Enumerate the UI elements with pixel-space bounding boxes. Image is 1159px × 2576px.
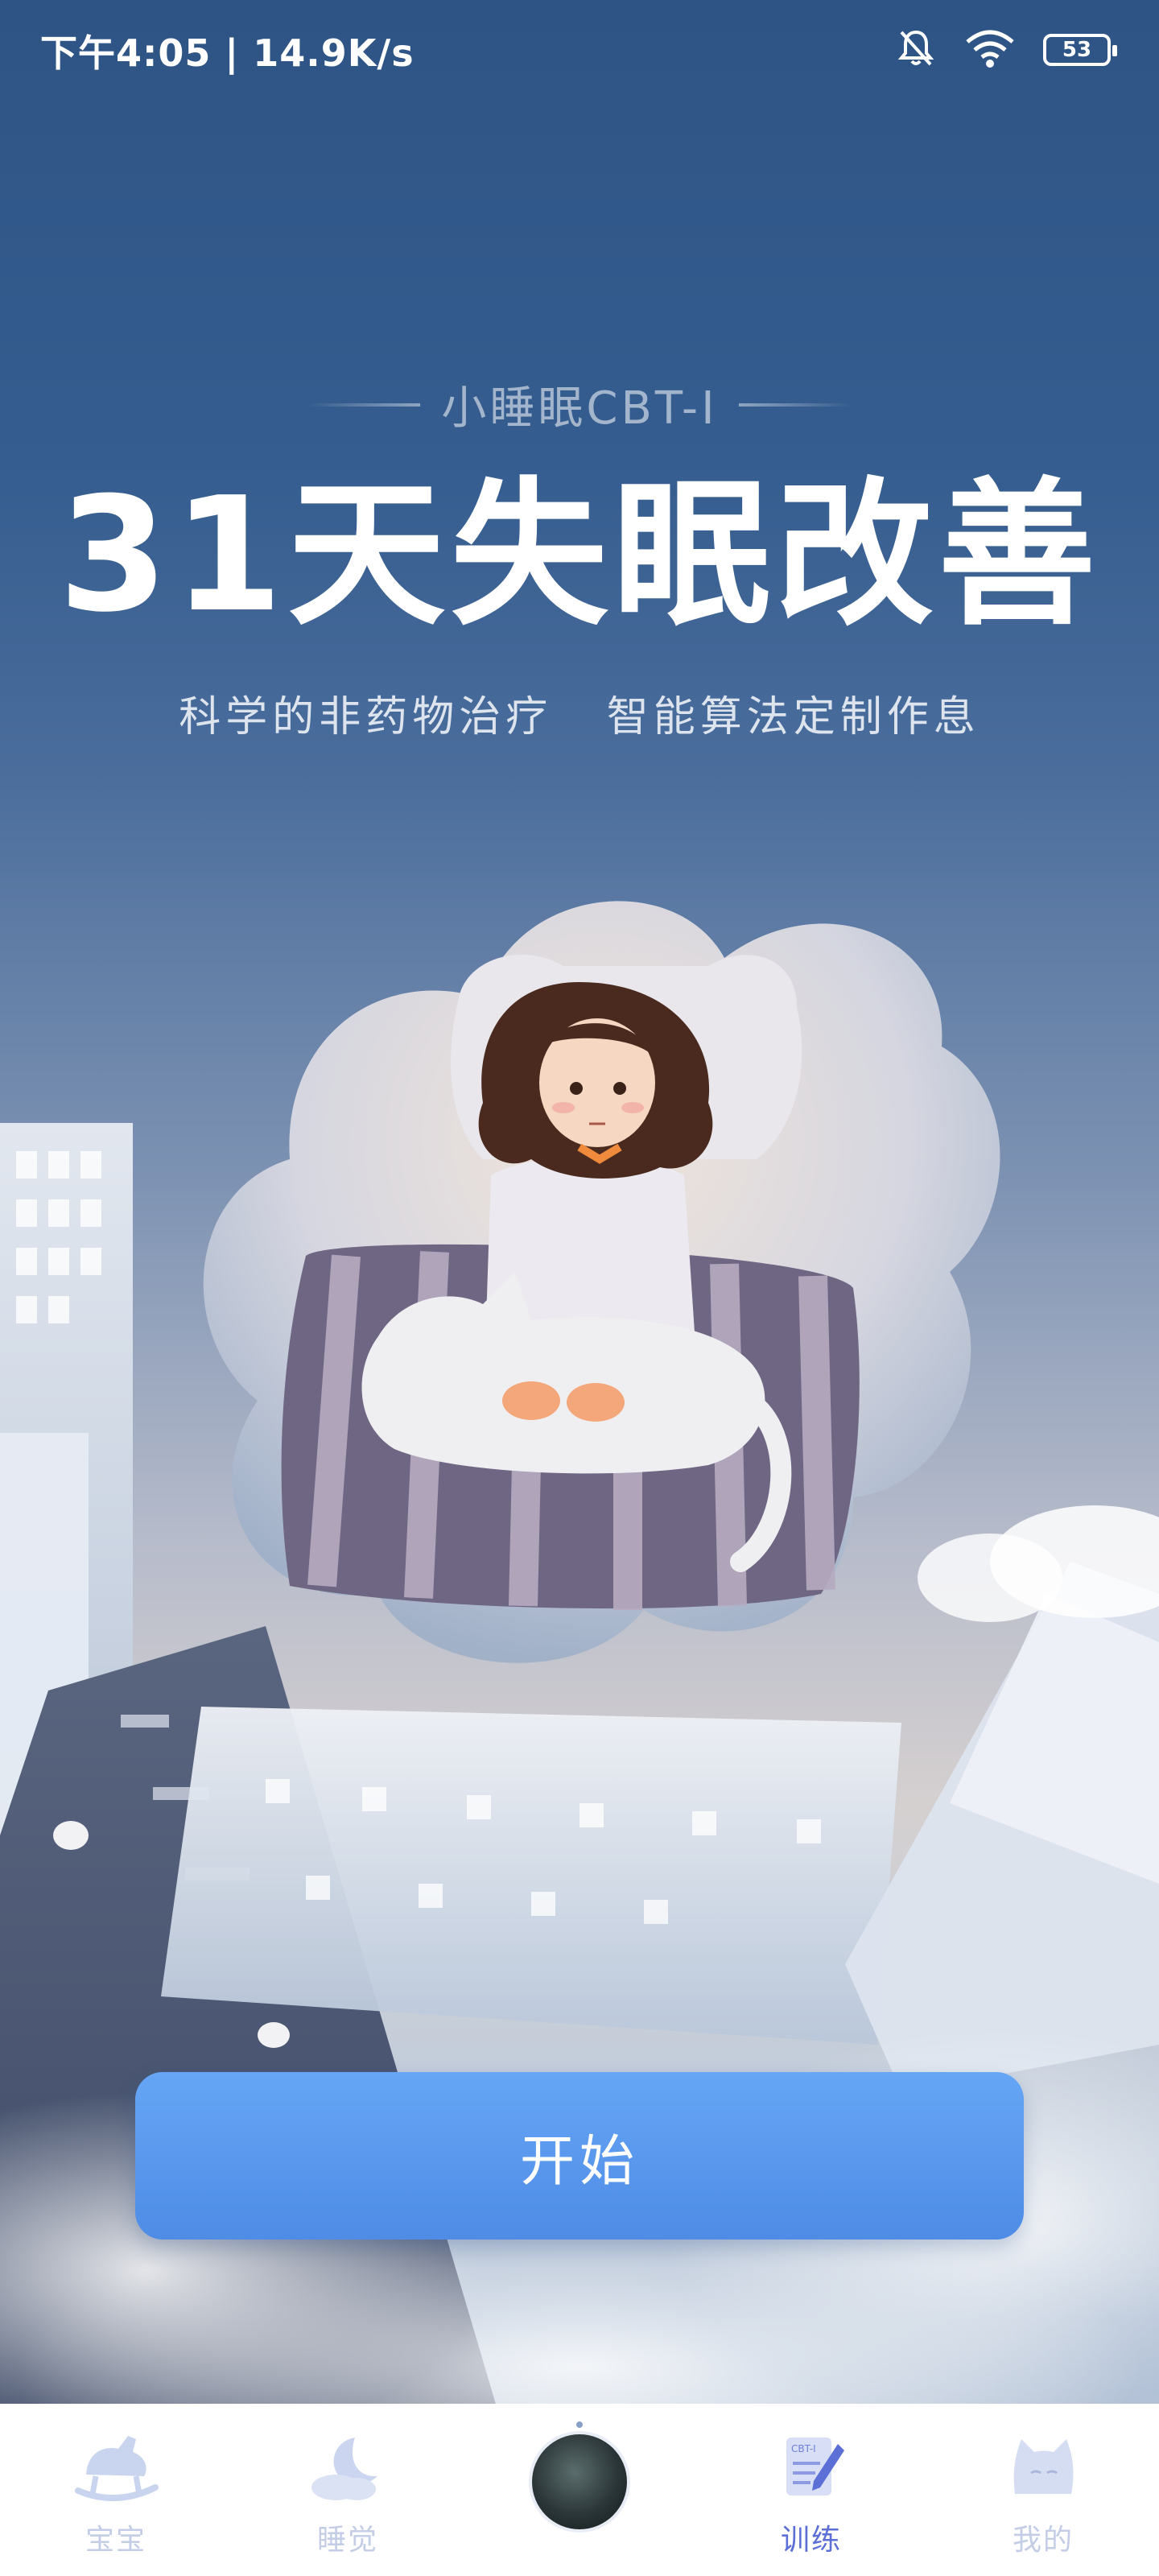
- nav-label-sleep: 睡觉: [316, 2524, 378, 2557]
- nav-item-baby[interactable]: 宝宝: [35, 2404, 196, 2576]
- status-icons: 53: [895, 27, 1117, 72]
- battery-level: 53: [1062, 38, 1092, 62]
- headline: 31天失眠改善: [58, 464, 1101, 647]
- cat-profile-icon: [999, 2428, 1087, 2508]
- wifi-icon: [964, 27, 1016, 72]
- nav-item-training[interactable]: CBT-I 训练: [731, 2404, 892, 2576]
- brand-line: 小睡眠CBT-I: [0, 372, 1159, 437]
- screen: 下午4:05 | 14.9K/s 53 小睡眠CBT-I 31天失眠改善 科学的…: [0, 0, 1159, 2576]
- cbt-notebook-icon: CBT-I: [767, 2428, 856, 2508]
- album-cover-icon: [532, 2434, 627, 2529]
- divider-right: [738, 402, 852, 407]
- nav-item-player[interactable]: [499, 2404, 660, 2576]
- battery-indicator: 53: [1043, 34, 1117, 66]
- status-bar: 下午4:05 | 14.9K/s 53: [0, 0, 1159, 100]
- bottom-nav: 宝宝 睡觉 CBT-I 训练 我的: [0, 2404, 1159, 2576]
- nav-label-baby: 宝宝: [85, 2524, 146, 2557]
- divider-left: [307, 402, 421, 407]
- status-time: 下午4:05 | 14.9K/s: [40, 31, 415, 75]
- indicator-dot: [576, 2421, 583, 2428]
- nav-item-me[interactable]: 我的: [963, 2404, 1124, 2576]
- nav-label-training: 训练: [780, 2524, 842, 2557]
- nav-item-sleep[interactable]: 睡觉: [267, 2404, 428, 2576]
- subline: 科学的非药物治疗 智能算法定制作息: [179, 693, 980, 741]
- rocking-horse-icon: [72, 2428, 160, 2508]
- svg-text:CBT-I: CBT-I: [791, 2443, 816, 2454]
- nav-label-me: 我的: [1012, 2524, 1074, 2557]
- mute-bell-icon: [895, 27, 937, 72]
- start-button[interactable]: 开始: [135, 2072, 1024, 2240]
- brand-name: 小睡眠CBT-I: [441, 382, 718, 435]
- moon-cloud-icon: [303, 2428, 392, 2508]
